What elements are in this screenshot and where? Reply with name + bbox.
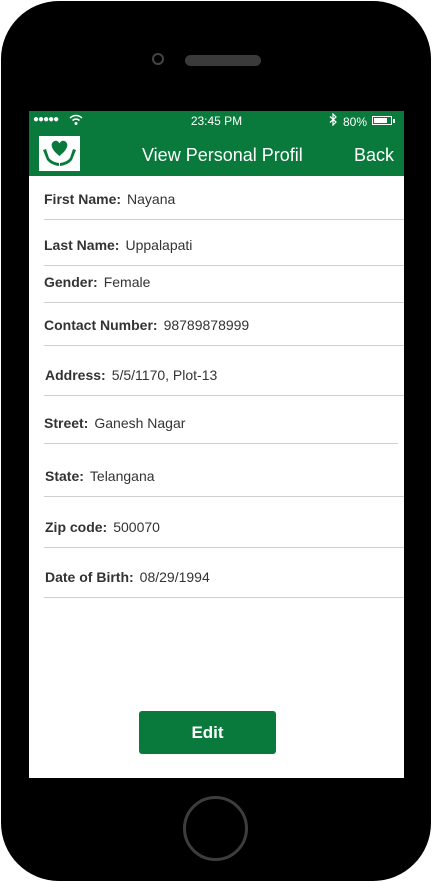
status-bar: ●●●●● 23:45 PM 80% xyxy=(29,111,404,131)
home-button[interactable] xyxy=(183,796,248,861)
contact-number-value: 98789878999 xyxy=(163,317,250,333)
zip-code-label: Zip code: xyxy=(45,519,108,535)
back-button[interactable]: Back xyxy=(354,145,394,166)
bluetooth-icon xyxy=(329,113,337,126)
last-name-value: Uppalapati xyxy=(125,237,193,253)
contact-number-row: Contact Number: 98789878999 xyxy=(44,317,249,333)
first-name-row: First Name: Nayana xyxy=(44,191,175,207)
contact-number-label: Contact Number: xyxy=(44,317,158,333)
app-screen: ●●●●● 23:45 PM 80% View Personal Profil … xyxy=(29,111,404,778)
address-value: 5/5/1170, Plot-13 xyxy=(111,367,218,383)
divider xyxy=(44,443,398,444)
address-label: Address: xyxy=(45,367,106,383)
date-of-birth-value: 08/29/1994 xyxy=(139,569,210,585)
street-row: Street: Ganesh Nagar xyxy=(44,415,185,431)
date-of-birth-row: Date of Birth: 08/29/1994 xyxy=(45,569,210,585)
edit-button[interactable]: Edit xyxy=(139,711,276,754)
battery-percent: 80% xyxy=(343,115,368,129)
divider xyxy=(44,395,404,396)
divider xyxy=(44,302,404,303)
last-name-label: Last Name: xyxy=(44,237,120,253)
date-of-birth-label: Date of Birth: xyxy=(45,569,134,585)
earpiece-speaker xyxy=(185,55,261,66)
last-name-row: Last Name: Uppalapati xyxy=(44,237,192,253)
hands-heart-logo xyxy=(39,136,80,171)
state-row: State: Telangana xyxy=(45,468,155,484)
zip-code-row: Zip code: 500070 xyxy=(45,519,160,535)
first-name-label: First Name: xyxy=(44,191,122,207)
battery-icon xyxy=(372,116,392,125)
state-value: Telangana xyxy=(89,468,155,484)
address-row: Address: 5/5/1170, Plot-13 xyxy=(45,367,217,383)
divider xyxy=(44,265,404,266)
front-camera xyxy=(152,53,164,65)
divider xyxy=(44,219,404,220)
nav-bar: View Personal Profil Back xyxy=(29,131,404,176)
divider xyxy=(44,345,404,346)
battery-tip xyxy=(393,119,395,123)
phone-frame: ●●●●● 23:45 PM 80% View Personal Profil … xyxy=(0,0,432,882)
divider xyxy=(44,496,404,497)
state-label: State: xyxy=(45,468,84,484)
street-value: Ganesh Nagar xyxy=(94,415,186,431)
first-name-value: Nayana xyxy=(127,191,176,207)
gender-row: Gender: Female xyxy=(44,274,150,290)
divider xyxy=(44,547,404,548)
page-title: View Personal Profil xyxy=(142,145,303,165)
gender-label: Gender: xyxy=(44,274,98,290)
battery-level-fill xyxy=(374,118,387,123)
divider xyxy=(44,597,404,598)
zip-code-value: 500070 xyxy=(113,519,160,535)
gender-value: Female xyxy=(103,274,151,290)
street-label: Street: xyxy=(44,415,89,431)
